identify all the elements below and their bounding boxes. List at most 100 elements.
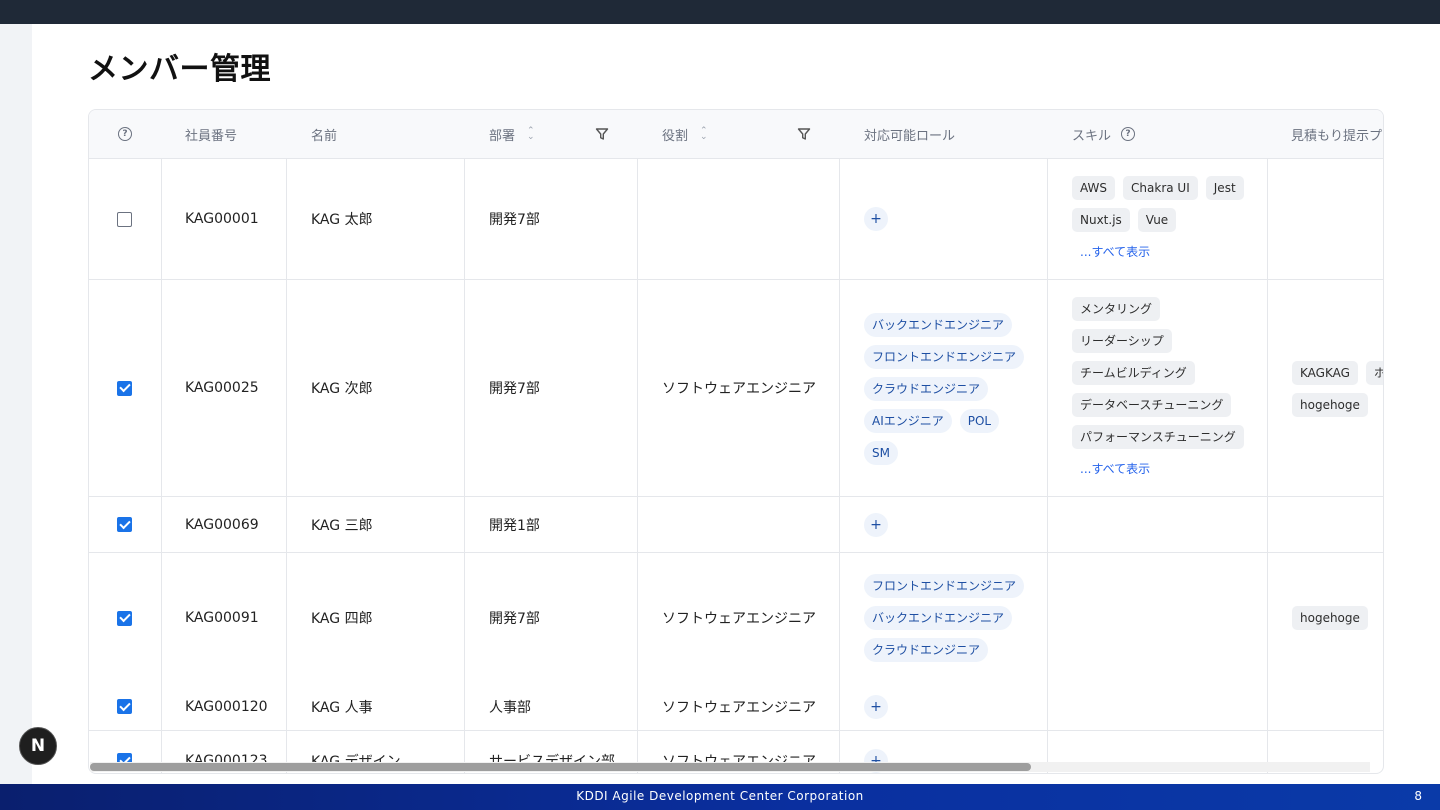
header-employee-id: 社員番号 xyxy=(185,128,238,144)
member-name: KAG 太郎 xyxy=(311,212,373,228)
row-checkbox[interactable] xyxy=(117,380,132,396)
table-header: ? 社員番号 名前 部署 ⌃ ⌄ 役割 ⌃ ⌄ 対応可能ロール スキル ? 見積もり… xyxy=(89,110,1383,159)
column-divider xyxy=(839,280,840,496)
table-row[interactable]: KAG00001 KAG 太郎 開発7部 + AWS Chakra UI Jest Nuxt.… xyxy=(89,159,1383,280)
row-checkbox[interactable] xyxy=(117,517,132,532)
column-divider xyxy=(1047,159,1048,279)
horizontal-scrollbar[interactable] xyxy=(90,762,1370,772)
skills-list: メンタリング リーダーシップ チームビルディング データベースチューニング パフォーマン… xyxy=(1072,296,1257,481)
column-divider xyxy=(161,553,162,683)
employee-id: KAG00091 xyxy=(185,610,259,626)
skill-tag: Vue xyxy=(1137,207,1177,232)
column-divider xyxy=(286,159,287,279)
column-divider xyxy=(1267,683,1268,730)
scrollbar-thumb[interactable] xyxy=(90,763,1031,771)
column-divider xyxy=(464,553,465,683)
role-tag: クラウドエンジニア xyxy=(864,638,989,662)
column-divider xyxy=(1047,280,1048,496)
add-role-button[interactable]: + xyxy=(864,694,888,719)
footer-bar: KDDI Agile Development Center Corporatio… xyxy=(0,784,1440,810)
column-divider xyxy=(286,683,287,730)
filter-icon[interactable] xyxy=(797,127,811,141)
column-divider xyxy=(161,159,162,279)
skill-tag: AWS xyxy=(1072,175,1116,200)
role-tag: フロントエンドエンジニア xyxy=(864,574,1025,598)
column-divider xyxy=(637,159,638,279)
header-department-label: 部署 xyxy=(489,128,516,144)
help-icon[interactable]: ? xyxy=(1121,127,1136,141)
column-divider xyxy=(464,159,465,279)
column-divider xyxy=(1267,280,1268,496)
header-estimate: 見積もり提示プロ xyxy=(1291,128,1383,144)
select-cell xyxy=(117,683,132,730)
estimate-tag: hogehoge xyxy=(1292,392,1368,417)
column-divider xyxy=(161,497,162,552)
show-all-skills-link[interactable]: ...すべて表示 xyxy=(1072,240,1257,264)
row-checkbox[interactable] xyxy=(117,211,132,227)
sort-icon[interactable]: ⌃ ⌄ xyxy=(700,127,708,142)
table-body: KAG00001 KAG 太郎 開発7部 + AWS Chakra UI Jest Nuxt.… xyxy=(89,159,1383,773)
page-title: メンバー管理 xyxy=(88,52,271,87)
role-tag: SM xyxy=(864,440,898,465)
employee-id: KAG00001 xyxy=(185,211,259,227)
position: ソフトウェアエンジニア xyxy=(662,381,816,397)
role-tag: バックエンドエンジニア xyxy=(864,312,1013,337)
table-row[interactable]: KAG00069 KAG 三郎 開発1部 + xyxy=(89,497,1383,553)
role-tag: フロントエンドエンジニア xyxy=(864,344,1025,369)
estimate-tag: ホ xyxy=(1365,360,1383,385)
header-position[interactable]: 役割 ⌃ ⌄ xyxy=(662,110,708,158)
member-name: KAG 四郎 xyxy=(311,611,373,627)
header-roles: 対応可能ロール xyxy=(864,128,956,144)
select-cell xyxy=(117,497,132,552)
column-divider xyxy=(286,553,287,683)
estimate-tag: KAGKAG xyxy=(1292,360,1358,385)
column-divider xyxy=(839,497,840,552)
filter-icon[interactable] xyxy=(595,127,609,141)
left-rail xyxy=(0,24,32,784)
role-tag: クラウドエンジニア xyxy=(864,376,989,401)
skill-tag: Nuxt.js xyxy=(1072,207,1130,232)
select-help-header[interactable]: ? xyxy=(118,110,132,158)
employee-id: KAG000120 xyxy=(185,698,268,715)
column-divider xyxy=(1267,553,1268,683)
employee-id: KAG00069 xyxy=(185,516,259,533)
skill-tag: Chakra UI xyxy=(1123,175,1198,200)
header-department[interactable]: 部署 ⌃ ⌄ xyxy=(489,110,535,158)
department: 開発7部 xyxy=(489,611,540,627)
skill-tag: データベースチューニング xyxy=(1072,392,1232,417)
column-divider xyxy=(161,683,162,730)
sort-icon[interactable]: ⌃ ⌄ xyxy=(527,127,535,142)
member-name: KAG 人事 xyxy=(311,699,373,716)
member-name: KAG 三郎 xyxy=(311,517,373,534)
add-role-button[interactable]: + xyxy=(864,207,888,231)
employee-id: KAG00025 xyxy=(185,380,259,396)
show-all-skills-link[interactable]: ...すべて表示 xyxy=(1072,457,1257,481)
column-divider xyxy=(464,683,465,730)
department: 開発7部 xyxy=(489,212,540,228)
page-number: 8 xyxy=(1414,789,1422,803)
row-checkbox[interactable] xyxy=(117,610,132,626)
row-checkbox[interactable] xyxy=(117,699,132,714)
table-row[interactable]: KAG00091 KAG 四郎 開発7部 ソフトウェアエンジニア フロントエンドエンジニ… xyxy=(89,553,1383,683)
skills-list: AWS Chakra UI Jest Nuxt.js Vue ...すべて表示 xyxy=(1072,175,1257,264)
member-table: ? 社員番号 名前 部署 ⌃ ⌄ 役割 ⌃ ⌄ 対応可能ロール スキル ? 見積もり… xyxy=(88,109,1384,774)
help-icon[interactable]: ? xyxy=(118,127,132,141)
select-cell xyxy=(117,159,132,279)
column-divider xyxy=(1267,159,1268,279)
roles-cell: + xyxy=(864,159,888,279)
select-cell xyxy=(117,553,132,683)
skill-tag: メンタリング xyxy=(1072,296,1161,321)
top-bar xyxy=(0,0,1440,24)
estimate-list: hogehoge xyxy=(1292,606,1383,630)
column-divider xyxy=(637,497,638,552)
column-divider xyxy=(286,280,287,496)
column-divider xyxy=(839,159,840,279)
table-row[interactable]: KAG000120 KAG 人事 人事部 ソフトウェアエンジニア + xyxy=(89,683,1383,731)
add-role-button[interactable]: + xyxy=(864,512,888,537)
role-tag: POL xyxy=(959,408,1000,433)
next-dev-button[interactable]: N xyxy=(19,727,57,765)
column-divider xyxy=(286,497,287,552)
table-row[interactable]: KAG00025 KAG 次郎 開発7部 ソフトウェアエンジニア バックエンドエンジニア… xyxy=(89,280,1383,497)
column-divider xyxy=(464,497,465,552)
header-skills: スキル ? xyxy=(1072,110,1136,158)
